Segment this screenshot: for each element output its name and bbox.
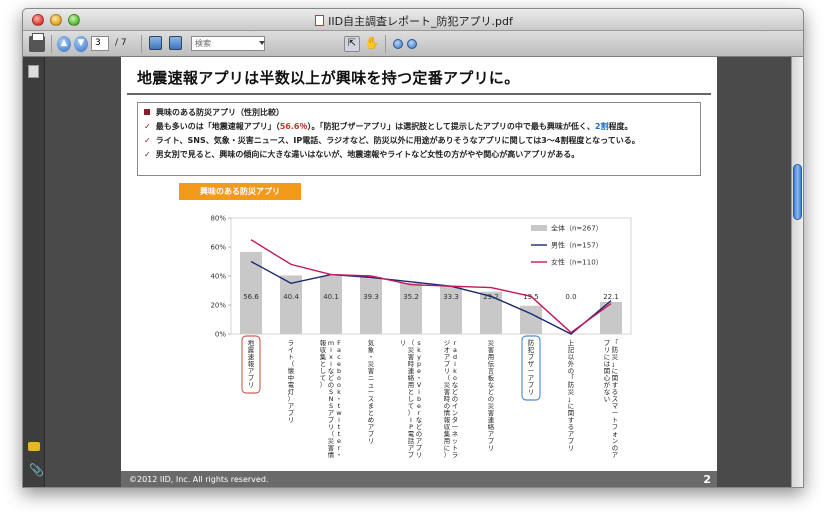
pdf-page: 地震速報アプリは半数以上が興味を持つ定番アプリに。 興味のある防災アプリ（性別比… — [121, 57, 717, 487]
hand-tool-icon[interactable]: ✋ — [364, 36, 380, 52]
bullet-text: ライト、SNS、気象・災害ニュース、IP電話、ラジオなど、防災以外に用途がありそ… — [155, 136, 640, 145]
fit-page-icon[interactable] — [169, 36, 182, 50]
summary-heading-text: 興味のある防災アプリ（性別比較） — [156, 108, 284, 117]
comment-icon[interactable] — [28, 442, 40, 451]
chart-section-label: 興味のある防災アプリ — [179, 183, 301, 200]
legend-swatch — [531, 225, 547, 231]
y-tick-label: 80% — [210, 215, 226, 223]
pdf-viewer-window: IID自主調査レポート_防犯アプリ.pdf ▲ ▼ 3 / 7 検索 ⇱ ✋ 📎… — [22, 8, 804, 488]
window-title: IID自主調査レポート_防犯アプリ.pdf — [23, 13, 803, 29]
toolbar-divider — [141, 35, 142, 53]
page-header: 地震速報アプリは半数以上が興味を持つ定番アプリに。 — [121, 57, 717, 95]
category-label-group: s k y p e ・ Vi b e r などのアプリ（災害時連絡用として） I P 電話アプリ — [400, 339, 423, 459]
attachment-icon[interactable]: 📎 — [29, 463, 44, 477]
summary-box: 興味のある防災アプリ（性別比較） ✓ 最も多いのは「地震速報アプリ」（56.6％）… — [137, 102, 701, 176]
toolbar-divider — [51, 35, 52, 53]
page-total: / 7 — [115, 38, 127, 48]
interest-bar-line-chart: 0% 20% 40% 60% 80% 56.6 40.4 40.1 39.3 35.2 33.3 2… — [210, 215, 632, 459]
category-label: r a d i k o などのインターネットラジオアプリ（災害時の情報収集用に） — [444, 339, 459, 459]
title-bar: IID自主調査レポート_防犯アプリ.pdf — [23, 9, 803, 31]
category-label-group: ライト（懐中電灯）アプリ — [288, 339, 295, 424]
copyright-text: ©2012 IID, Inc. All rights reserved. — [129, 475, 269, 484]
summary-heading: 興味のある防災アプリ（性別比較） — [144, 107, 694, 121]
scrollbar-thumb[interactable] — [793, 164, 802, 220]
toolbar-divider — [385, 35, 386, 53]
category-label: 防犯ブザーアプリ — [528, 338, 535, 396]
legend-entry: 全体（n=267） — [551, 224, 603, 233]
checkmark-icon: ✓ — [144, 122, 151, 131]
legend-entry: 男性（n=157） — [551, 241, 603, 250]
series-line-male — [250, 260, 612, 335]
category-label: Fa c e b o o k ・ t w i t t e r ・m i x i などの S N S アプリ（災害情報収集として… — [320, 339, 342, 459]
bar — [320, 275, 342, 334]
vertical-scrollbar[interactable] — [791, 57, 803, 487]
page-number-input[interactable]: 3 — [91, 36, 109, 51]
bar-data-label: 39.3 — [363, 293, 379, 301]
summary-bullet-2: ✓ ライト、SNS、気象・災害ニュース、IP電話、ラジオなど、防災以外に用途があり… — [144, 135, 694, 149]
pages-panel-icon[interactable] — [26, 65, 39, 81]
bullet-highlight: 56.6％ — [279, 122, 308, 131]
category-label: 「防災」に関するスマートフォンのアプリには関心がない — [604, 339, 619, 459]
y-tick-label: 40% — [210, 273, 226, 281]
category-label: 気象・災害ニュースまとめアプリ — [368, 338, 375, 445]
category-label-group: r a d i k o などのインターネットラジオアプリ（災害時の情報収集用に） — [444, 339, 459, 459]
category-label-group: 防犯ブザーアプリ — [521, 335, 541, 401]
header-rule — [127, 93, 711, 95]
category-label-group: 上記以外の「防災」に関するアプリ — [568, 338, 575, 452]
page-title: 地震速報アプリは半数以上が興味を持つ定番アプリに。 — [137, 69, 520, 87]
category-label: 災害用伝言板などの災害連絡アプリ — [488, 339, 495, 452]
page-number: 2 — [703, 473, 711, 486]
category-label-group: 災害用伝言板などの災害連絡アプリ — [488, 339, 495, 452]
zoom-out-icon[interactable] — [393, 39, 403, 49]
bullet-text: 男女別で見ると、興味の傾向に大きな違いはないが、地震速報やライトなど女性の方がや… — [155, 150, 580, 159]
bar-data-label: 33.3 — [443, 293, 459, 301]
category-label: ライト（懐中電灯）アプリ — [288, 339, 295, 424]
square-bullet-icon — [144, 109, 150, 115]
save-icon[interactable] — [149, 36, 162, 50]
bar-data-label: 35.2 — [403, 293, 419, 301]
bullet-text: ）。「防犯ブザーアプリ」は選択肢として提示したアプリの中で最も興味が低く、 — [307, 122, 595, 131]
summary-bullet-1: ✓ 最も多いのは「地震速報アプリ」（56.6％）。「防犯ブザーアプリ」は選択肢とし… — [144, 121, 694, 135]
select-tool-icon[interactable]: ⇱ — [344, 36, 360, 52]
checkmark-icon: ✓ — [144, 150, 151, 159]
bar-data-label: 56.6 — [243, 293, 259, 301]
bullet-text: 最も多いのは「地震速報アプリ」（ — [155, 122, 280, 131]
bullet-text: 程度。 — [608, 122, 633, 131]
left-sidebar: 📎 — [23, 57, 45, 487]
y-tick-label: 20% — [210, 302, 226, 310]
bar-data-label: 22.1 — [603, 293, 619, 301]
checkmark-icon: ✓ — [144, 136, 151, 145]
pdf-file-icon — [315, 15, 325, 26]
bar-data-label: 0.0 — [565, 293, 576, 301]
legend-entry: 女性（n=110） — [551, 258, 603, 267]
category-label: s k y p e ・ Vi b e r などのアプリ（災害時連絡用として） I P 電話アプリ — [400, 339, 423, 459]
category-label-group: 気象・災害ニュースまとめアプリ — [368, 338, 375, 445]
series-line-female — [250, 239, 612, 334]
previous-page-icon[interactable]: ▲ — [57, 36, 71, 52]
category-label-group: 「防災」に関するスマートフォンのアプリには関心がない — [604, 339, 619, 459]
bar-data-label: 40.1 — [323, 293, 339, 301]
category-label-group: Fa c e b o o k ・ t w i t t e r ・m i x i などの S N S アプリ（災害情報収集として… — [320, 339, 342, 459]
category-label-group: 地震速報アプリ — [241, 335, 261, 394]
category-label: 地震速報アプリ — [248, 338, 255, 389]
window-title-text: IID自主調査レポート_防犯アプリ.pdf — [328, 15, 513, 28]
summary-bullet-3: ✓ 男女別で見ると、興味の傾向に大きな違いはないが、地震速報やライトなど女性の方が… — [144, 149, 694, 163]
search-options-chevron-icon[interactable] — [259, 41, 265, 45]
bar — [280, 275, 302, 334]
print-icon[interactable] — [29, 33, 45, 52]
bar — [360, 277, 382, 334]
bar — [400, 282, 422, 334]
page-footer: ©2012 IID, Inc. All rights reserved. 2 — [121, 471, 717, 487]
toolbar: ▲ ▼ 3 / 7 検索 ⇱ ✋ — [23, 31, 803, 57]
bullet-highlight: 2割 — [594, 122, 609, 131]
zoom-in-icon[interactable] — [407, 39, 417, 49]
search-input[interactable]: 検索 — [191, 36, 265, 51]
bar-data-label: 40.4 — [283, 293, 299, 301]
y-tick-label: 60% — [210, 244, 226, 252]
category-label: 上記以外の「防災」に関するアプリ — [568, 338, 575, 452]
next-page-icon[interactable]: ▼ — [74, 36, 88, 52]
y-tick-label: 0% — [215, 331, 226, 339]
